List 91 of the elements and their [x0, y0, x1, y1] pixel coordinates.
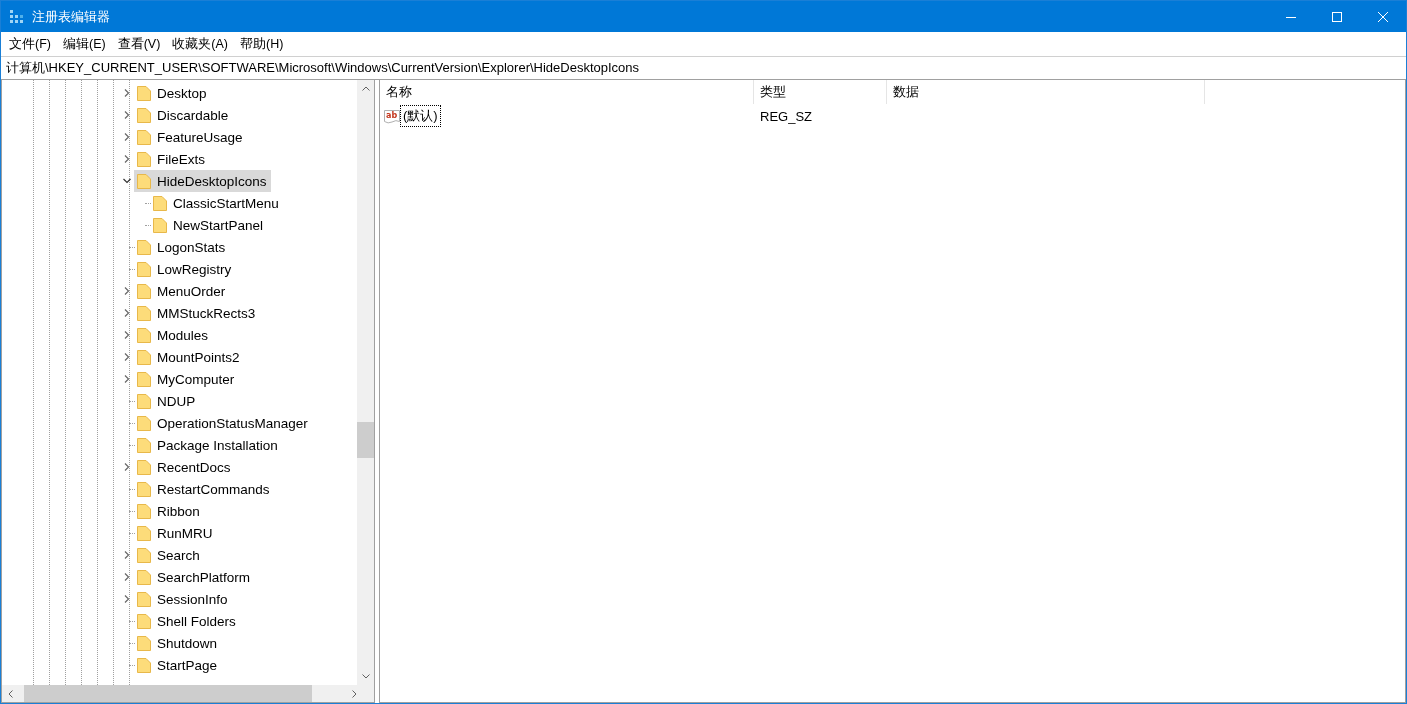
folder-icon — [137, 569, 151, 585]
folder-icon — [137, 437, 151, 453]
value-type: REG_SZ — [759, 108, 813, 124]
chevron-right-icon[interactable] — [123, 287, 131, 295]
folder-icon — [137, 393, 151, 409]
tree-item[interactable]: MMStuckRects3 — [134, 302, 260, 324]
maximize-icon — [1332, 11, 1342, 22]
chevron-right-icon[interactable] — [123, 89, 131, 97]
tree-item[interactable]: NDUP — [134, 390, 200, 412]
menu-item[interactable]: 编辑(E) — [56, 33, 112, 55]
tree-item[interactable]: StartPage — [134, 654, 222, 676]
folder-icon — [137, 85, 151, 101]
folder-icon — [137, 613, 151, 629]
chevron-right-icon[interactable] — [123, 463, 131, 471]
folder-icon — [137, 503, 151, 519]
chevron-right-icon[interactable] — [123, 551, 131, 559]
folder-icon — [137, 657, 151, 673]
folder-icon — [137, 635, 151, 651]
chevron-right-icon[interactable] — [123, 133, 131, 141]
tree-item[interactable]: Package Installation — [134, 434, 282, 456]
chevron-right-icon[interactable] — [123, 353, 131, 361]
folder-icon — [137, 151, 151, 167]
folder-icon — [137, 261, 151, 277]
chevron-right-icon[interactable] — [123, 573, 131, 581]
folder-icon — [137, 283, 151, 299]
chevron-down-icon[interactable] — [123, 177, 131, 185]
tree-item[interactable]: NewStartPanel — [150, 214, 268, 236]
tree-item[interactable]: Discardable — [134, 104, 233, 126]
vertical-scrollbar[interactable] — [357, 80, 374, 685]
column-header[interactable]: 名称 — [380, 80, 754, 104]
chevron-right-icon[interactable] — [123, 155, 131, 163]
value-name[interactable]: (默认) — [400, 105, 441, 127]
tree-item[interactable]: HideDesktopIcons — [134, 170, 271, 192]
menu-item[interactable]: 文件(F) — [3, 33, 57, 55]
folder-icon — [137, 349, 151, 365]
tree-item[interactable]: RecentDocs — [134, 456, 235, 478]
folder-icon — [137, 371, 151, 387]
tree-item[interactable]: OperationStatusManager — [134, 412, 312, 434]
address-field[interactable]: 计算机\HKEY_CURRENT_USER\SOFTWARE\Microsoft\Windows\CurrentVersion\Explorer\HideDesktopIcons — [1, 56, 1406, 80]
tree-item[interactable]: FileExts — [134, 148, 209, 170]
folder-icon — [137, 415, 151, 431]
folder-icon — [137, 173, 151, 189]
folder-icon — [153, 217, 167, 233]
menu-item[interactable]: 查看(V) — [111, 33, 167, 55]
scroll-down-icon[interactable] — [361, 674, 370, 679]
column-header[interactable]: 类型 — [754, 80, 887, 104]
window-title: 注册表编辑器 — [32, 7, 110, 26]
tree-item[interactable]: MyComputer — [134, 368, 239, 390]
folder-icon — [137, 591, 151, 607]
folder-icon — [153, 195, 167, 211]
tree-item[interactable]: LogonStats — [134, 236, 230, 258]
folder-icon — [137, 327, 151, 343]
close-icon — [1378, 11, 1388, 22]
tree-item[interactable]: RestartCommands — [134, 478, 274, 500]
chevron-right-icon[interactable] — [123, 309, 131, 317]
tree-item[interactable]: ClassicStartMenu — [150, 192, 283, 214]
tree-item[interactable]: MenuOrder — [134, 280, 230, 302]
tree-item[interactable]: Shutdown — [134, 632, 222, 654]
tree-item[interactable]: Shell Folders — [134, 610, 240, 632]
registry-blocks-icon — [10, 9, 24, 24]
tree-item[interactable]: LowRegistry — [134, 258, 236, 280]
column-header[interactable]: 数据 — [887, 80, 1205, 104]
scroll-right-icon[interactable] — [352, 689, 357, 698]
menu-item[interactable]: 收藏夹(A) — [166, 33, 234, 55]
folder-icon — [137, 239, 151, 255]
scroll-left-icon[interactable] — [8, 689, 13, 698]
tree-item[interactable]: Desktop — [134, 82, 211, 104]
folder-icon — [137, 305, 151, 321]
string-value-icon: ab — [384, 108, 400, 124]
tree-item[interactable]: Modules — [134, 324, 213, 346]
folder-icon — [137, 459, 151, 475]
chevron-right-icon[interactable] — [123, 375, 131, 383]
tree-item[interactable]: SearchPlatform — [134, 566, 255, 588]
folder-icon — [137, 481, 151, 497]
tree-item[interactable]: Search — [134, 544, 204, 566]
tree-item[interactable]: SessionInfo — [134, 588, 232, 610]
scroll-up-icon[interactable] — [361, 86, 370, 91]
folder-icon — [137, 107, 151, 123]
menu-item[interactable]: 帮助(H) — [234, 33, 290, 55]
chevron-right-icon[interactable] — [123, 331, 131, 339]
tree-item[interactable]: FeatureUsage — [134, 126, 247, 148]
scroll-thumb[interactable] — [24, 685, 312, 702]
scroll-thumb[interactable] — [357, 422, 374, 458]
folder-icon — [137, 525, 151, 541]
folder-icon — [137, 547, 151, 563]
tree-item[interactable]: MountPoints2 — [134, 346, 244, 368]
tree-item[interactable]: RunMRU — [134, 522, 217, 544]
tree-item[interactable]: Ribbon — [134, 500, 204, 522]
folder-icon — [137, 129, 151, 145]
chevron-right-icon[interactable] — [123, 111, 131, 119]
chevron-right-icon[interactable] — [123, 595, 131, 603]
